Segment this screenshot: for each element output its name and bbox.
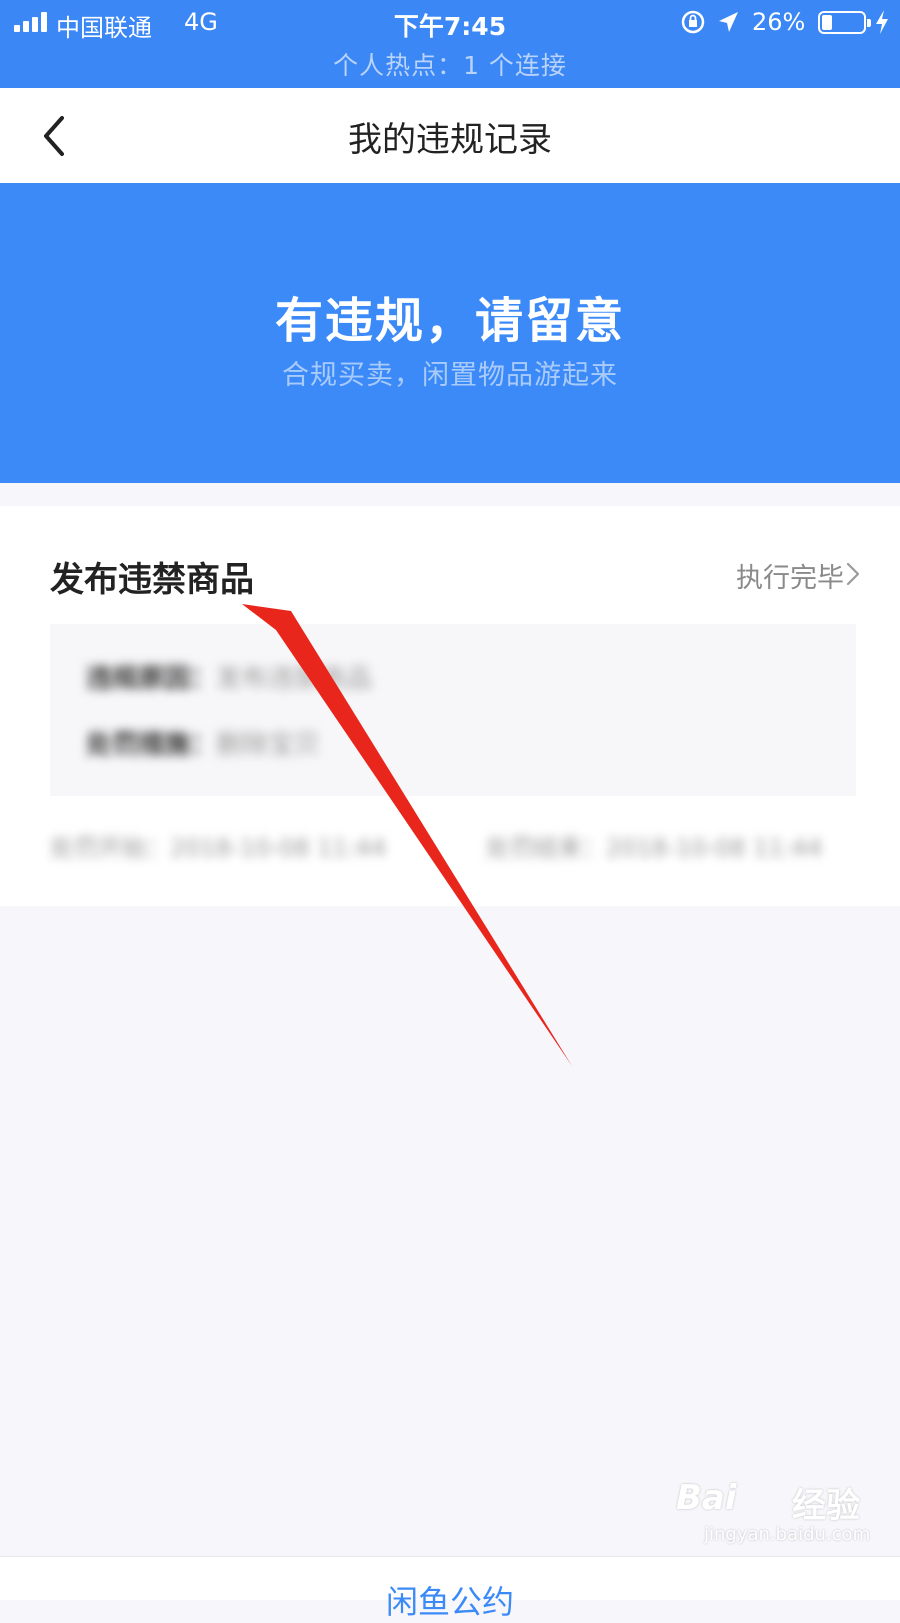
battery-fill	[822, 15, 832, 30]
detail-row: 处罚措施：删除宝贝	[86, 724, 320, 761]
location-icon	[719, 12, 738, 32]
detail-value: 删除宝贝	[216, 730, 321, 760]
status-bar: 中国联通 4G 下午7:45 26% 个人热点：1 个连接	[0, 0, 900, 88]
banner-title: 有违规，请留意	[274, 293, 625, 349]
detail-value: 发布违禁商品	[216, 664, 373, 694]
baidu-logo: Bai	[676, 1478, 737, 1518]
community-rules-link[interactable]: 闲鱼公约	[0, 1577, 900, 1623]
violation-banner: 有违规，请留意 合规买卖，闲置物品游起来	[0, 183, 900, 483]
detail-key: 违规原因：	[86, 664, 217, 694]
record-detail-box: 违规原因：发布违禁商品 处罚措施：删除宝贝	[50, 624, 856, 796]
record-status[interactable]: 执行完毕	[736, 556, 844, 595]
bottom-bar: 闲鱼公约	[0, 1556, 900, 1621]
battery-icon	[818, 11, 871, 34]
charging-bolt-icon	[876, 10, 888, 34]
status-row: 中国联通 4G 下午7:45 26%	[0, 0, 900, 44]
page-title: 我的违规记录	[348, 120, 552, 160]
detail-key: 处罚措施：	[86, 730, 217, 760]
punish-end-time: 处罚结束：2018-10-08 11:44	[486, 834, 823, 862]
banner-subtitle: 合规买卖，闲置物品游起来	[282, 360, 618, 391]
watermark-url: jingyan.baidu.com	[704, 1524, 871, 1545]
detail-row: 违规原因：发布违禁商品	[86, 658, 372, 695]
battery-percent: 26%	[752, 8, 806, 36]
hotspot-indicator[interactable]: 个人热点：1 个连接	[0, 46, 900, 82]
chevron-right-icon[interactable]	[846, 562, 860, 586]
record-title: 发布违禁商品	[50, 560, 254, 600]
nav-bar: 我的违规记录	[0, 88, 900, 183]
rotation-lock-icon	[681, 10, 705, 34]
watermark-brand: 经验	[792, 1486, 860, 1526]
violation-record-card[interactable]: 发布违禁商品 执行完毕 违规原因：发布违禁商品 处罚措施：删除宝贝 处罚开始：2…	[0, 506, 900, 906]
punish-start-time: 处罚开始：2018-10-08 11:44	[50, 834, 387, 862]
